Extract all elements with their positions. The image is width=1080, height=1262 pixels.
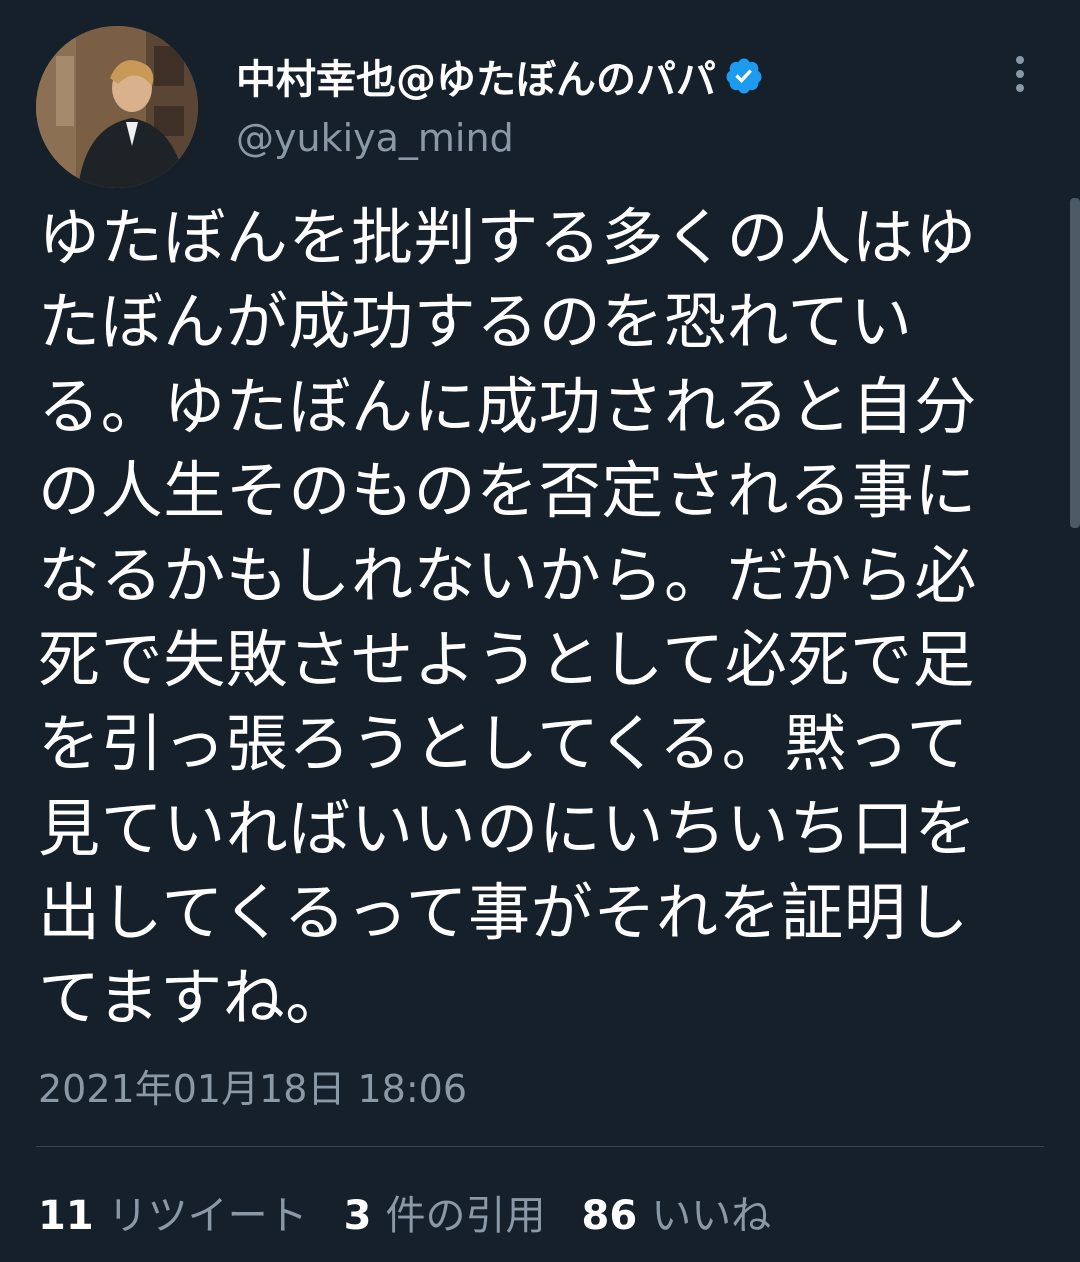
tweet-text-line: 死で失敗させようとして必死で足 — [38, 622, 976, 696]
tweet-text-line: たぼんが成功するのを恐れてい — [38, 285, 913, 359]
tweet-text-line: 出してくるって事がそれを証明し — [38, 876, 969, 950]
avatar-photo-icon — [36, 26, 198, 188]
tweet-text-line: の人生そのものを否定される事に — [38, 454, 978, 528]
verified-badge-icon — [724, 56, 764, 96]
scrollbar[interactable] — [1070, 198, 1080, 528]
retweets-stat[interactable]: 11 リツイート — [38, 1183, 308, 1241]
display-name-row: 中村幸也@ゆたぼんのパパ — [236, 48, 764, 104]
display-name[interactable]: 中村幸也@ゆたぼんのパパ — [236, 47, 716, 105]
avatar[interactable] — [36, 26, 198, 188]
tweet-text-line: 見ていればいいのにいちいち口を — [38, 791, 978, 865]
tweet-text-line: てますね。 — [38, 960, 348, 1034]
tweet-stats: 11 リツイート 3 件の引用 86 いいね — [38, 1184, 807, 1240]
tweet-text-line: を引っ張ろうとしてくる。黙って — [38, 707, 969, 781]
retweets-count: 11 — [38, 1193, 94, 1239]
more-vertical-icon[interactable] — [1002, 52, 1038, 96]
tweet-timestamp[interactable]: 2021年01月18日 18:06 — [38, 1058, 467, 1113]
likes-count: 86 — [581, 1193, 638, 1239]
quotes-label: 件の引用 — [385, 1193, 546, 1239]
divider — [36, 1146, 1044, 1147]
tweet-text: ゆたぼんを批判する多くの人はゆ たぼんが成功するのを恐れてい る。ゆたぼんに成功… — [38, 196, 1038, 1040]
tweet-detail-screen: 中村幸也@ゆたぼんのパパ @yukiya_mind ゆたぼんを批判する多くの人は… — [0, 0, 1080, 1262]
tweet-text-line: る。ゆたぼんに成功されると自分 — [38, 369, 978, 443]
retweets-label: リツイート — [107, 1193, 308, 1239]
likes-stat[interactable]: 86 いいね — [582, 1183, 772, 1241]
user-handle[interactable]: @yukiya_mind — [236, 116, 514, 160]
quotes-count: 3 — [343, 1193, 372, 1239]
quotes-stat[interactable]: 3 件の引用 — [344, 1183, 546, 1241]
tweet-text-line: ゆたぼんを批判する多くの人はゆ — [38, 201, 978, 274]
tweet-text-line: なるかもしれないから。だから必 — [38, 538, 978, 612]
likes-label: いいね — [651, 1193, 772, 1239]
